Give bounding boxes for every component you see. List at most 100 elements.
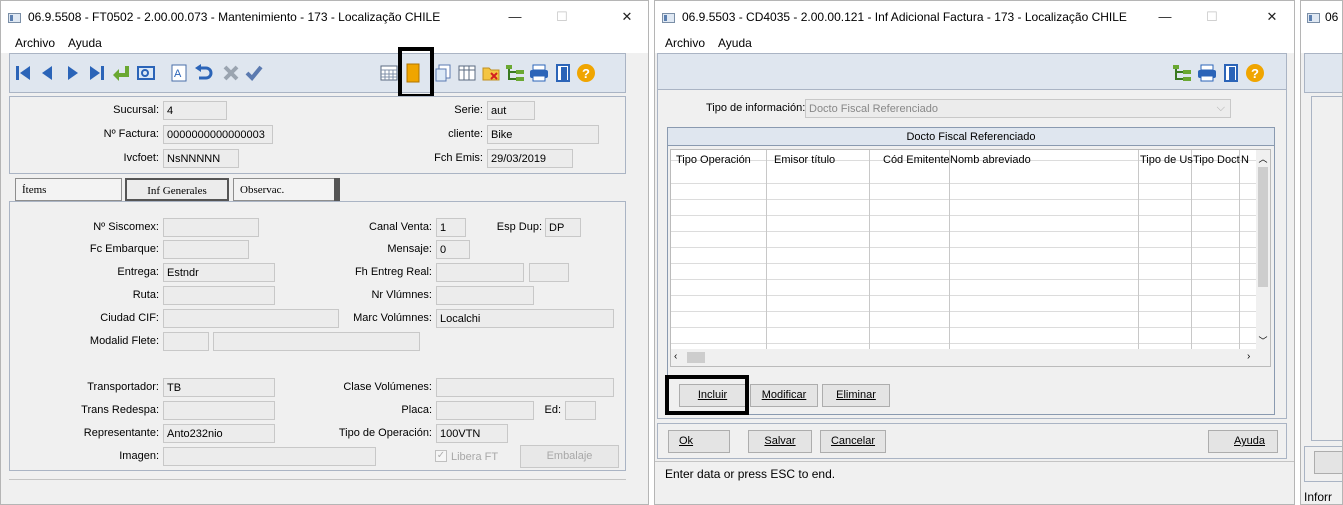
column-header[interactable]: Cód Emitente	[883, 154, 950, 166]
edit-icon[interactable]: A	[169, 62, 189, 84]
scroll-up-icon[interactable]: ︿	[1256, 152, 1270, 165]
tab-observac[interactable]: Observac.	[233, 178, 337, 201]
ivcfoet-field[interactable]: NsNNNNN	[163, 149, 239, 168]
scroll-thumb-horizontal[interactable]	[687, 352, 705, 363]
ed-field[interactable]	[565, 401, 596, 420]
serie-field[interactable]: aut	[487, 101, 535, 120]
ok-button[interactable]: Ok	[668, 430, 730, 453]
fhentreg-time-field[interactable]	[529, 263, 569, 282]
ciudad-label: Ciudad CIF:	[100, 312, 159, 324]
partial-button[interactable]	[1314, 451, 1342, 474]
eliminar-button[interactable]: Eliminar	[822, 384, 890, 407]
salvar-button[interactable]: Salvar	[748, 430, 812, 453]
column-header[interactable]: Tipo Doct	[1193, 154, 1240, 166]
nfactura-field[interactable]: 0000000000000003	[163, 125, 273, 144]
minimize-button[interactable]: —	[498, 5, 532, 29]
modificar-button[interactable]: Modificar	[750, 384, 818, 407]
go-to-icon[interactable]	[111, 62, 131, 84]
previous-record-icon[interactable]	[37, 62, 57, 84]
scroll-down-icon[interactable]: ﹀	[1256, 334, 1270, 347]
ayuda-button[interactable]: Ayuda	[1208, 430, 1278, 453]
print-icon[interactable]	[1197, 62, 1217, 84]
representante-label: Representante:	[83, 427, 159, 439]
tree-icon[interactable]	[505, 62, 525, 84]
tab-inf-generales[interactable]: Inf Generales	[125, 178, 229, 201]
nrvlumnes-field[interactable]	[436, 286, 534, 305]
help-icon[interactable]: ?	[1245, 62, 1265, 84]
calendar-icon[interactable]	[379, 62, 399, 84]
canal-label: Canal Venta:	[369, 221, 432, 233]
tab-items[interactable]: Ítems	[15, 178, 122, 201]
undo-icon[interactable]	[194, 62, 214, 84]
transportador-field[interactable]: TB	[163, 378, 275, 397]
mensaje-field[interactable]: 0	[436, 240, 470, 259]
fchemis-field[interactable]: 29/03/2019	[487, 149, 573, 168]
espdup-field[interactable]: DP	[545, 218, 581, 237]
canal-field[interactable]: 1	[436, 218, 466, 237]
horizontal-scrollbar[interactable]: ‹ ›	[671, 349, 1270, 366]
help-icon[interactable]: ?	[576, 62, 596, 84]
fcembarque-field[interactable]	[163, 240, 249, 259]
tipo-info-select[interactable]: Docto Fiscal Referenciado ⌵	[805, 99, 1231, 118]
scroll-right-icon[interactable]: ›	[1247, 351, 1250, 362]
print-icon[interactable]	[529, 62, 549, 84]
placa-field[interactable]	[436, 401, 534, 420]
fcembarque-label: Fc Embarque:	[89, 243, 159, 255]
menu-archivo[interactable]: Archivo	[15, 36, 55, 50]
grid-body[interactable]: Tipo Operación Emisor título Cód Emitent…	[670, 149, 1271, 367]
cancelar-button[interactable]: Cancelar	[820, 430, 886, 453]
menu-ayuda[interactable]: Ayuda	[68, 36, 102, 50]
menu-archivo[interactable]: Archivo	[665, 36, 705, 50]
exit-icon[interactable]	[1221, 62, 1241, 84]
scroll-left-icon[interactable]: ‹	[674, 351, 677, 362]
ruta-field[interactable]	[163, 286, 275, 305]
clase-field[interactable]	[436, 378, 614, 397]
grid-frame: Docto Fiscal Referenciado Tipo Operación…	[667, 127, 1275, 415]
first-record-icon[interactable]	[13, 62, 33, 84]
content-panel: Tipo de información: Docto Fiscal Refere…	[657, 89, 1287, 419]
scroll-thumb[interactable]	[1258, 167, 1268, 287]
close-button[interactable]: ✕	[610, 5, 644, 29]
libera-checkbox[interactable]: ✓	[435, 450, 447, 462]
sucursal-field[interactable]: 4	[163, 101, 227, 120]
marc-field[interactable]: Localchi	[436, 309, 614, 328]
tree-icon[interactable]	[1172, 62, 1192, 84]
column-header[interactable]: Nomb abreviado	[950, 154, 1031, 166]
maximize-button[interactable]: ☐	[1195, 5, 1229, 29]
next-record-icon[interactable]	[63, 62, 83, 84]
minimize-button[interactable]: —	[1148, 5, 1182, 29]
cliente-field[interactable]: Bike	[487, 125, 599, 144]
maximize-button[interactable]: ☐	[545, 5, 579, 29]
copy-icon[interactable]	[433, 62, 453, 84]
column-header[interactable]: Tipo Operación	[676, 154, 751, 166]
search-icon[interactable]	[136, 62, 156, 84]
imagen-field[interactable]	[163, 447, 376, 466]
representante-field[interactable]: Anto232nio	[163, 424, 275, 443]
inf-adicional-window: 06.9.5503 - CD4035 - 2.00.00.121 - Inf A…	[654, 0, 1295, 505]
chevron-down-icon: ⌵	[1216, 102, 1225, 114]
fhentreg-label: Fh Entreg Real:	[354, 266, 432, 278]
menu-ayuda[interactable]: Ayuda	[718, 36, 752, 50]
column-header[interactable]: N	[1241, 154, 1249, 166]
nsiscomex-field[interactable]	[163, 218, 259, 237]
column-header[interactable]: Tipo de Us	[1140, 154, 1193, 166]
transredespa-field[interactable]	[163, 401, 275, 420]
close-button[interactable]: ✕	[1255, 5, 1289, 29]
entrega-field[interactable]: Estndr	[163, 263, 275, 282]
tipoop-field[interactable]: 100VTN	[436, 424, 508, 443]
remove-folder-icon[interactable]	[481, 62, 501, 84]
ed-label: Ed:	[544, 404, 561, 416]
embalaje-button[interactable]: Embalaje	[520, 445, 619, 468]
fhentreg-date-field[interactable]	[436, 263, 524, 282]
tipo-info-label: Tipo de información:	[706, 102, 806, 114]
modalid-desc-field[interactable]	[213, 332, 420, 351]
confirm-icon[interactable]	[244, 62, 264, 84]
vertical-scrollbar[interactable]: ︿ ﹀	[1256, 150, 1270, 349]
table-icon[interactable]	[457, 62, 477, 84]
last-record-icon[interactable]	[87, 62, 107, 84]
column-header[interactable]: Emisor título	[774, 154, 835, 166]
delete-icon[interactable]	[221, 62, 241, 84]
modalid-code-field[interactable]	[163, 332, 209, 351]
exit-icon[interactable]	[553, 62, 573, 84]
ok-label: Ok	[679, 435, 694, 447]
